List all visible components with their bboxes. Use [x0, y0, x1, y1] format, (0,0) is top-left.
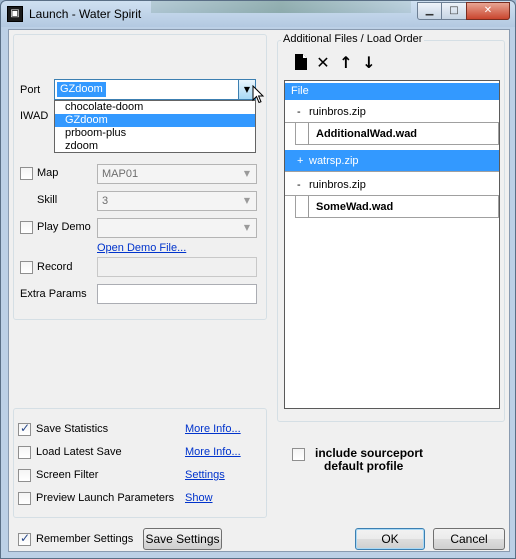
tree-item-somewad[interactable]: SomeWad.wad	[295, 196, 499, 218]
maximize-button[interactable]: □	[441, 2, 467, 20]
launch-window: ▣ Launch - Water Spirit ▁ □ ✕ Port GZdoo…	[0, 0, 516, 559]
port-option-zdoom[interactable]: zdoom	[55, 140, 255, 153]
port-selected-value: GZdoom	[57, 82, 106, 97]
background-strip	[151, 1, 411, 13]
demo-select[interactable]: ▼	[97, 218, 257, 238]
port-select[interactable]: GZdoom ▼	[54, 79, 256, 100]
remember-settings-checkbox[interactable]	[18, 531, 31, 546]
port-label: Port	[20, 84, 41, 96]
additional-files-title: Additional Files / Load Order	[281, 33, 425, 45]
app-icon: ▣	[7, 6, 23, 22]
save-statistics-checkbox[interactable]	[18, 421, 31, 436]
chevron-down-icon: ▼	[243, 169, 251, 178]
play-demo-label: Play Demo	[37, 221, 91, 233]
screen-filter-checkbox[interactable]	[18, 469, 31, 482]
new-file-icon[interactable]	[292, 54, 310, 72]
tree-item-watrsp-zip[interactable]: + watrsp.zip	[285, 150, 499, 172]
open-demo-file-link[interactable]: Open Demo File...	[97, 242, 186, 254]
port-option-chocolate-doom[interactable]: chocolate-doom	[55, 101, 255, 114]
chevron-down-icon: ▼	[243, 223, 251, 232]
load-latest-save-label: Load Latest Save	[36, 446, 122, 458]
file-column-header[interactable]: File	[285, 83, 499, 100]
tree-item-ruinbros-zip[interactable]: - ruinbros.zip	[285, 174, 499, 196]
record-field[interactable]	[97, 257, 257, 277]
extra-params-field[interactable]	[97, 284, 257, 304]
ok-button[interactable]: OK	[355, 528, 425, 550]
map-value: MAP01	[102, 168, 139, 180]
include-profile-label-line2: default profile	[324, 459, 404, 473]
load-order-tree[interactable]: File - ruinbros.zip AdditionalWad.wad + …	[284, 80, 500, 409]
port-option-prboom-plus[interactable]: prboom-plus	[55, 127, 255, 140]
tree-line	[308, 123, 309, 145]
map-label: Map	[37, 167, 59, 179]
close-button[interactable]: ✕	[466, 2, 510, 20]
record-label: Record	[37, 261, 73, 273]
expand-icon[interactable]: +	[297, 150, 303, 172]
move-down-icon[interactable]: ↓	[360, 54, 378, 72]
screen-filter-label: Screen Filter	[36, 469, 99, 481]
port-option-gzdoom[interactable]: GZdoom	[55, 114, 255, 127]
move-up-icon[interactable]: ↑	[337, 54, 355, 72]
tree-item-label: ruinbros.zip	[309, 106, 366, 118]
preview-launch-show-link[interactable]: Show	[185, 492, 213, 504]
mouse-cursor-icon	[252, 85, 265, 104]
preview-launch-parameters-checkbox[interactable]	[18, 492, 31, 505]
save-statistics-more-info-link[interactable]: More Info...	[185, 423, 241, 435]
tree-item-label: ruinbros.zip	[309, 179, 366, 191]
port-dropdown-list: chocolate-doom GZdoom prboom-plus zdoom	[54, 100, 256, 153]
map-checkbox[interactable]	[20, 167, 33, 180]
skill-label: Skill	[37, 194, 58, 206]
include-profile-checkbox[interactable]	[292, 448, 305, 461]
tree-item-label: SomeWad.wad	[316, 201, 394, 213]
tree-item-label: watrsp.zip	[309, 155, 359, 167]
tree-item-label: AdditionalWad.wad	[316, 128, 418, 140]
cancel-button[interactable]: Cancel	[433, 528, 505, 550]
tree-line	[308, 196, 309, 218]
tree-item-ruinbros-zip[interactable]: - ruinbros.zip	[285, 101, 499, 123]
skill-value: 3	[102, 195, 109, 207]
delete-icon[interactable]: ✕	[314, 54, 332, 72]
window-title: Launch - Water Spirit	[29, 7, 142, 21]
skill-select[interactable]: 3 ▼	[97, 191, 257, 211]
screen-filter-settings-link[interactable]: Settings	[185, 469, 225, 481]
collapse-icon[interactable]: -	[297, 174, 301, 196]
title-bar[interactable]: ▣ Launch - Water Spirit ▁ □ ✕	[1, 1, 515, 27]
extra-params-label: Extra Params	[20, 288, 87, 300]
iwad-label: IWAD	[20, 110, 49, 122]
load-latest-save-checkbox[interactable]	[18, 446, 31, 459]
save-statistics-label: Save Statistics	[36, 423, 109, 435]
chevron-down-icon: ▼	[243, 196, 251, 205]
dialog-client-area: Port GZdoom ▼ chocolate-doom GZdoom prbo…	[8, 29, 510, 552]
record-checkbox[interactable]	[20, 261, 33, 274]
tree-item-additionalwad[interactable]: AdditionalWad.wad	[295, 123, 499, 145]
collapse-icon[interactable]: -	[297, 101, 301, 123]
remember-settings-label: Remember Settings	[36, 533, 134, 545]
minimize-button[interactable]: ▁	[417, 2, 442, 20]
save-settings-button[interactable]: Save Settings	[143, 528, 222, 550]
load-latest-save-more-info-link[interactable]: More Info...	[185, 446, 241, 458]
preview-launch-parameters-label: Preview Launch Parameters	[36, 492, 175, 504]
map-select[interactable]: MAP01 ▼	[97, 164, 257, 184]
play-demo-checkbox[interactable]	[20, 221, 33, 234]
